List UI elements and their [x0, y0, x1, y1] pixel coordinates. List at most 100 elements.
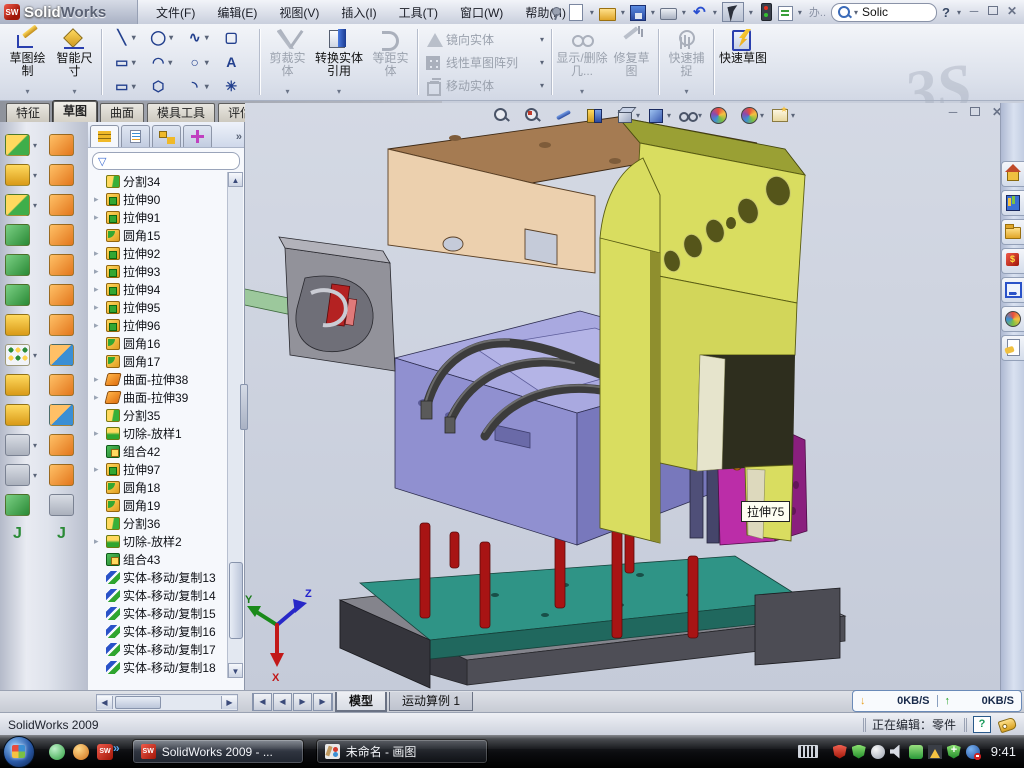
- open-file-icon[interactable]: [599, 8, 616, 21]
- toolbar-icon-button[interactable]: ▾: [5, 282, 39, 308]
- expand-arrow-icon[interactable]: ▸: [94, 248, 103, 259]
- sketch-entity-button[interactable]: ∿ ▾: [181, 27, 218, 48]
- toolbar-icon-button[interactable]: ▾: [49, 222, 83, 248]
- task-pane-tab[interactable]: [1001, 190, 1024, 216]
- save-icon[interactable]: [630, 5, 646, 21]
- keyboard-layout-icon[interactable]: [798, 745, 818, 758]
- help-button[interactable]: ?: [940, 5, 952, 20]
- feature-tree-item[interactable]: ▸ 曲面-拉伸38: [88, 370, 228, 388]
- command-tab[interactable]: 曲面: [100, 103, 144, 122]
- toolbar-icon-button[interactable]: ▾: [49, 312, 83, 338]
- scroll-left-icon[interactable]: ◀: [97, 696, 113, 709]
- feature-tree-item[interactable]: ▸ 圆角18: [88, 478, 228, 496]
- tab-nav-button[interactable]: ▶: [293, 693, 312, 711]
- toolbar-icon-button[interactable]: ▾: [5, 222, 39, 248]
- toolbar-icon-button[interactable]: ▾: [5, 312, 39, 338]
- close-button[interactable]: ✕: [1004, 5, 1020, 19]
- hud-button[interactable]: ▾: [740, 106, 766, 124]
- sketch-entity-button[interactable]: A ▾: [218, 52, 255, 73]
- feature-tree-item[interactable]: ▸ 组合42: [88, 442, 228, 460]
- expand-arrow-icon[interactable]: ▸: [94, 284, 103, 295]
- tray-icon[interactable]: [909, 745, 923, 759]
- hud-button[interactable]: ▾: [647, 106, 673, 124]
- menu-item[interactable]: 文件(F): [156, 4, 195, 21]
- expand-arrow-icon[interactable]: ▸: [94, 194, 103, 205]
- panel-splitter-handle[interactable]: [240, 384, 248, 430]
- tray-icon[interactable]: [833, 745, 847, 759]
- feature-tree-item[interactable]: ▸ 切除-放样2: [88, 532, 228, 550]
- feature-tree-item[interactable]: ▸ 实体-移动/复制17: [88, 640, 228, 658]
- toolbar-icon-button[interactable]: ▾: [5, 252, 39, 278]
- toolbar-icon-button[interactable]: ▾: [5, 192, 39, 218]
- sketch-button[interactable]: 草图绘制 ▾: [4, 24, 51, 100]
- task-pane-tab[interactable]: [1001, 277, 1024, 303]
- front-block-right[interactable]: [755, 588, 840, 665]
- toolbar-icon-button[interactable]: ▾: [5, 402, 39, 428]
- hud-button[interactable]: ▾: [492, 106, 518, 124]
- tree-horizontal-scrollbar[interactable]: ◀ ▶: [96, 694, 238, 711]
- tab-nav-button[interactable]: ◀: [252, 693, 272, 711]
- toolbar-icon-button[interactable]: ▾: [5, 372, 39, 398]
- expand-arrow-icon[interactable]: ▸: [94, 266, 103, 277]
- menu-item[interactable]: 工具(T): [399, 4, 438, 21]
- toolbar-icon-button[interactable]: ▾: [49, 252, 83, 278]
- menu-item[interactable]: 插入(I): [341, 4, 376, 21]
- expand-arrow-icon[interactable]: ▸: [94, 428, 103, 439]
- feature-tree-item[interactable]: ▸ 拉伸96: [88, 316, 228, 334]
- hud-button[interactable]: ▾: [554, 106, 580, 124]
- toolbar-icon-button[interactable]: ▾: [49, 342, 83, 368]
- smart-dimension-button[interactable]: 智能尺寸 ▾: [51, 24, 98, 100]
- expand-arrow-icon[interactable]: ▸: [94, 302, 103, 313]
- hscrollbar-thumb[interactable]: [115, 696, 161, 709]
- toolbar-icon-button[interactable]: J ▾: [49, 522, 83, 548]
- command-tab[interactable]: 特征: [6, 103, 50, 122]
- options-list-icon[interactable]: [778, 6, 793, 21]
- feature-tree-item[interactable]: ▸ 圆角16: [88, 334, 228, 352]
- toolbar-icon-button[interactable]: ▾: [5, 492, 39, 518]
- toolbar-icon-button[interactable]: ▾: [5, 462, 39, 488]
- feature-tree-item[interactable]: ▸ 圆角15: [88, 226, 228, 244]
- feature-tree-item[interactable]: ▸ 拉伸94: [88, 280, 228, 298]
- toolbar-icon-button[interactable]: ▾: [49, 162, 83, 188]
- task-pane-tab[interactable]: [1001, 335, 1024, 361]
- search-box[interactable]: ▾ Solic: [831, 3, 937, 22]
- expand-arrow-icon[interactable]: ▸: [94, 392, 103, 403]
- menu-item[interactable]: 视图(V): [279, 4, 319, 21]
- feature-tree-item[interactable]: ▸ 拉伸90: [88, 190, 228, 208]
- configurationmanager-tab[interactable]: [152, 125, 181, 147]
- feature-tree-item[interactable]: ▸ 拉伸95: [88, 298, 228, 316]
- model-tab[interactable]: 模型: [335, 692, 387, 712]
- toolbar-overflow[interactable]: 办..: [809, 4, 826, 20]
- propertymanager-tab[interactable]: [121, 125, 150, 147]
- sketch-entity-button[interactable]: ○ ▾: [181, 52, 218, 73]
- rapid-sketch-button[interactable]: 快速草图: [718, 24, 768, 100]
- menu-item[interactable]: 窗口(W): [460, 4, 503, 21]
- tags-icon[interactable]: [998, 716, 1018, 733]
- sketch-entity-button[interactable]: ▭ ▾: [108, 76, 145, 97]
- hud-button[interactable]: ▾: [709, 106, 735, 124]
- feature-tree-item[interactable]: ▸ 分割34: [88, 172, 228, 190]
- sketch-entity-button[interactable]: ▭ ▾: [108, 52, 145, 73]
- feature-tree-item[interactable]: ▸ 分割35: [88, 406, 228, 424]
- tray-icon[interactable]: [871, 745, 885, 759]
- feature-tree-item[interactable]: ▸ 实体-移动/复制15: [88, 604, 228, 622]
- feature-tree-item[interactable]: ▸ 分割36: [88, 514, 228, 532]
- doc-minimize-button[interactable]: ─: [945, 106, 961, 120]
- tray-icon[interactable]: [966, 745, 980, 759]
- feature-tree-item[interactable]: ▸ 圆角19: [88, 496, 228, 514]
- expand-arrow-icon[interactable]: ▸: [94, 536, 103, 547]
- feature-tree-item[interactable]: ▸ 拉伸97: [88, 460, 228, 478]
- toolbar-icon-button[interactable]: ▾: [5, 432, 39, 458]
- expand-arrow-icon[interactable]: ▸: [94, 212, 103, 223]
- doc-restore-button[interactable]: [967, 106, 983, 120]
- toolbar-icon-button[interactable]: ▾: [49, 372, 83, 398]
- rebuild-traffic-light-icon[interactable]: [761, 3, 772, 21]
- sketch-entity-button[interactable]: ╲ ▾: [108, 27, 145, 48]
- tab-nav-button[interactable]: ◀: [273, 693, 292, 711]
- feature-tree-item[interactable]: ▸ 圆角17: [88, 352, 228, 370]
- toolbar-icon-button[interactable]: J ▾: [5, 522, 39, 548]
- restore-button[interactable]: [985, 5, 1001, 19]
- print-icon[interactable]: [660, 8, 677, 20]
- minimize-button[interactable]: ─: [966, 5, 982, 19]
- graphics-viewport[interactable]: Y Z X: [245, 103, 1024, 690]
